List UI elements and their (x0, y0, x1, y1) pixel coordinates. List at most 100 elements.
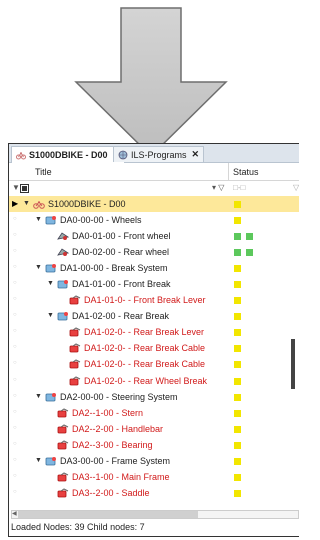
vertical-scrollbar[interactable] (291, 339, 295, 389)
tree-panel: S1000DBIKE - D00 ✕ ILS-Programs ✕ Title … (8, 143, 299, 537)
row-indicator-icon: ○ (13, 376, 17, 383)
module-icon (57, 312, 68, 321)
row-label: DA1-02-0- - Rear Wheel Break (84, 375, 208, 386)
row-label: DA3--2-00 - Saddle (72, 487, 150, 498)
tree-row[interactable]: ○ DA1-02-0- - Rear Wheel Break (9, 373, 299, 389)
tree-row[interactable]: ○ ▼ DA0-00-00 - Wheels (9, 212, 299, 228)
status-indicator (234, 441, 241, 449)
row-label: DA3-00-00 - Frame System (60, 455, 171, 466)
status-indicator (234, 297, 241, 305)
expand-arrow-icon[interactable]: ▼ (35, 216, 42, 223)
tree-row[interactable]: ○ ▼ DA3-00-00 - Frame System (9, 453, 299, 469)
row-label: DA1-02-0- - Rear Break Lever (84, 327, 205, 338)
status-indicator (234, 329, 241, 337)
status-indicator (234, 457, 241, 465)
row-indicator-icon: ○ (13, 232, 17, 239)
tree-row[interactable]: ○ ▼ DA2-00-00 - Steering System (9, 389, 299, 405)
row-label: DA1-00-00 - Break System (60, 263, 168, 274)
tree-row[interactable]: ○ DA1-02-0- - Rear Break Lever (9, 324, 299, 340)
tree-row[interactable]: ○ ▼ DA1-02-00 - Rear Break (9, 308, 299, 324)
row-indicator-icon: ○ (13, 280, 17, 287)
status-indicator (234, 425, 241, 433)
status-indicator (234, 249, 241, 257)
tree-row[interactable]: ○ DA2--2-00 - Handlebar (9, 421, 299, 437)
tree-row[interactable]: ○ DA0-02-00 - Rear wheel (9, 244, 299, 260)
row-indicator-icon: ○ (13, 424, 17, 431)
tree-row[interactable]: ○ DA3--1-00 - Main Frame (9, 469, 299, 485)
item-icon (69, 343, 81, 353)
scroll-left-icon[interactable]: ◀ (12, 510, 17, 517)
row-indicator-icon: ○ (13, 456, 17, 463)
row-indicator-icon: ○ (13, 264, 17, 271)
row-label: DA2-00-00 - Steering System (60, 391, 178, 402)
tree-row[interactable]: ○ DA2--3-00 - Bearing (9, 437, 299, 453)
column-divider[interactable] (228, 163, 229, 180)
scrollbar-thumb[interactable] (18, 511, 198, 518)
filter-icon[interactable]: ▼ (12, 183, 20, 192)
row-indicator-icon: ○ (13, 408, 17, 415)
expand-arrow-icon[interactable]: ▼ (47, 280, 54, 287)
expand-arrow-icon[interactable]: ▼ (47, 312, 54, 319)
expand-arrow-icon[interactable]: ▼ (35, 393, 42, 400)
select-all-checkbox[interactable] (20, 184, 29, 193)
row-indicator-icon: ○ (13, 216, 17, 223)
bike-icon (33, 201, 45, 209)
row-indicator-icon: ○ (13, 360, 17, 367)
tab-s1000dbike[interactable]: S1000DBIKE - D00 ✕ (11, 146, 126, 163)
expand-arrow-icon[interactable]: ▼ (35, 264, 42, 271)
row-label: DA1-02-00 - Rear Break (72, 311, 170, 322)
tree-row[interactable]: ○ DA1-02-0- - Rear Break Cable (9, 356, 299, 372)
row-indicator-icon: ○ (13, 488, 17, 495)
expand-arrow-icon[interactable]: ▼ (23, 200, 30, 207)
tree-row[interactable]: ○ DA2--1-00 - Stern (9, 405, 299, 421)
row-indicator-icon: ○ (13, 328, 17, 335)
row-indicator-icon: ○ (13, 248, 17, 255)
row-label: DA2--2-00 - Handlebar (72, 423, 164, 434)
tree-row[interactable]: ▶ ▼ S1000DBIKE - D00 (9, 196, 299, 213)
status-indicator (234, 473, 241, 481)
item-icon (57, 424, 69, 434)
item-icon (69, 375, 81, 385)
row-label: DA1-01-0- - Front Break Lever (84, 295, 206, 306)
part-icon (57, 232, 69, 241)
row-indicator-icon: ○ (13, 440, 17, 447)
tree-row[interactable]: ○ DA1-01-0- - Front Break Lever (9, 292, 299, 308)
status-indicator (246, 249, 253, 257)
row-label: DA2--3-00 - Bearing (72, 439, 153, 450)
tab-label: ILS-Programs (131, 149, 187, 160)
row-label: DA1-01-00 - Front Break (72, 279, 171, 290)
tree-row[interactable]: ○ DA3--2-00 - Saddle (9, 485, 299, 501)
tree-row[interactable]: ○ DA1-02-0- - Rear Break Cable (9, 340, 299, 356)
column-status[interactable]: Status (233, 167, 259, 177)
tree-row[interactable]: ○ ▼ DA1-00-00 - Break System (9, 260, 299, 276)
row-indicator-icon: ○ (13, 312, 17, 319)
row-label: DA3--1-00 - Main Frame (72, 471, 170, 482)
item-icon (69, 359, 81, 369)
status-indicator (234, 393, 241, 401)
expand-arrow-icon[interactable]: ▼ (35, 457, 42, 464)
status-indicator (246, 233, 253, 241)
extra-filter-icon[interactable]: ▽ (293, 183, 299, 192)
tree-row[interactable]: ○ DA0-01-00 - Front wheel (9, 228, 299, 244)
filter-row: ▼ ▾ ▽ □-□ ▽ (9, 181, 299, 197)
column-title[interactable]: Title (35, 167, 52, 177)
tree-rows: ▶ ▼ S1000DBIKE - D00 ○ ▼ DA0-00-00 - Wheels ○ D… (9, 196, 299, 501)
module-icon (57, 280, 68, 289)
row-indicator-icon: ○ (13, 392, 17, 399)
tab-label: S1000DBIKE - D00 (29, 150, 108, 160)
row-label: DA0-02-00 - Rear wheel (72, 247, 170, 258)
tree-row[interactable]: ○ ▼ DA1-01-00 - Front Break (9, 276, 299, 292)
item-icon (69, 327, 81, 337)
status-indicator (234, 377, 241, 385)
row-label: S1000DBIKE - D00 (48, 199, 126, 209)
tab-ils-programs[interactable]: ILS-Programs ✕ (113, 146, 205, 162)
title-filter-icon[interactable]: ▾ ▽ (212, 183, 224, 192)
horizontal-scrollbar[interactable]: ◀ (11, 510, 299, 519)
close-icon[interactable]: ✕ (192, 149, 200, 160)
module-icon (45, 216, 56, 225)
item-icon (57, 408, 69, 418)
row-label: DA0-00-00 - Wheels (60, 215, 142, 226)
status-filter-icon[interactable]: □-□ (233, 183, 245, 192)
item-icon (57, 472, 69, 482)
down-arrow-graphic (74, 7, 228, 158)
